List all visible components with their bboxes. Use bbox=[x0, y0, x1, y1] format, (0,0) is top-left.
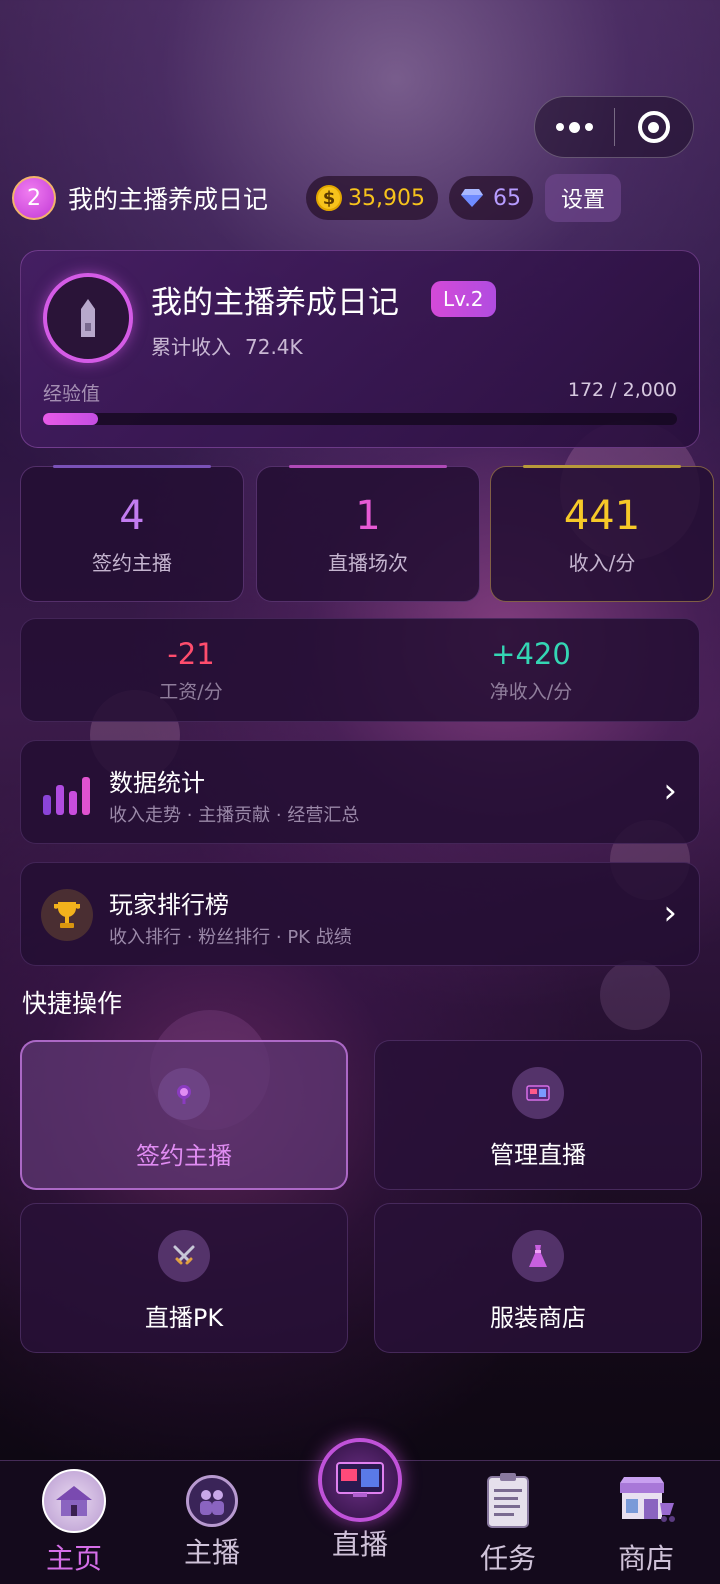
total-income-value: 72.4K bbox=[245, 335, 303, 359]
more-options-button[interactable] bbox=[535, 97, 614, 157]
menu-title: 玩家排行榜 bbox=[109, 891, 229, 919]
stat-label: 直播场次 bbox=[328, 551, 408, 575]
quick-action-manage-live[interactable]: 管理直播 bbox=[374, 1040, 702, 1190]
stat-card-streamers[interactable]: 4 签约主播 bbox=[20, 465, 244, 602]
quick-action-live-pk[interactable]: 直播PK bbox=[20, 1203, 348, 1353]
wage-column: -21 工资/分 bbox=[21, 637, 361, 704]
total-income: 累计收入 72.4K bbox=[151, 331, 303, 360]
crossed-swords-icon bbox=[158, 1230, 210, 1282]
menu-title: 数据统计 bbox=[109, 769, 205, 797]
house-icon bbox=[42, 1469, 106, 1533]
studio-name: 我的主播养成日记 bbox=[151, 285, 399, 321]
streamers-icon bbox=[186, 1475, 238, 1527]
quick-action-clothing-shop[interactable]: 服装商店 bbox=[374, 1203, 702, 1353]
task-list-icon bbox=[476, 1469, 540, 1533]
target-close-icon bbox=[637, 111, 670, 143]
coin-icon: $ bbox=[316, 185, 342, 211]
tab-home[interactable]: 主页 bbox=[2, 1461, 146, 1584]
live-center-button[interactable] bbox=[318, 1438, 402, 1522]
quick-action-label: 直播PK bbox=[144, 1304, 224, 1332]
bokeh-light bbox=[600, 960, 670, 1030]
microphone-icon bbox=[158, 1068, 210, 1120]
stat-value: 1 bbox=[355, 493, 381, 539]
stat-label: 签约主播 bbox=[92, 551, 172, 575]
shop-icon bbox=[614, 1469, 678, 1533]
quick-actions-title: 快捷操作 bbox=[22, 989, 123, 1018]
exp-progress-bar bbox=[43, 413, 677, 425]
building-icon bbox=[81, 299, 95, 337]
stat-card-income[interactable]: 441 收入/分 bbox=[490, 465, 714, 602]
exp-progress-fill bbox=[43, 413, 98, 425]
settings-button[interactable]: 设置 bbox=[545, 174, 621, 222]
app-title: 我的主播养成日记 bbox=[68, 185, 269, 214]
gem-value: 65 bbox=[493, 185, 521, 211]
stat-accent-line bbox=[289, 465, 447, 468]
tab-streamers[interactable]: 主播 bbox=[140, 1461, 284, 1584]
live-tv-icon bbox=[336, 1462, 384, 1497]
net-income-label: 净收入/分 bbox=[489, 681, 573, 703]
gem-balance[interactable]: 65 bbox=[449, 176, 533, 220]
trophy-icon bbox=[41, 889, 93, 941]
stat-accent-line bbox=[53, 465, 211, 468]
bar-chart-icon bbox=[43, 777, 90, 815]
wage-value: -21 bbox=[167, 637, 215, 671]
net-income-column: +420 净收入/分 bbox=[361, 637, 701, 704]
live-screen-icon bbox=[512, 1067, 564, 1119]
quick-action-label: 管理直播 bbox=[490, 1141, 586, 1169]
exp-label: 经验值 bbox=[43, 383, 101, 405]
quick-action-label: 服装商店 bbox=[490, 1304, 586, 1332]
tab-label: 主页 bbox=[45, 1542, 102, 1575]
tab-label: 任务 bbox=[479, 1542, 536, 1575]
level-tag: Lv.2 bbox=[431, 281, 496, 317]
more-dots-icon bbox=[555, 121, 593, 133]
wage-summary-card: -21 工资/分 +420 净收入/分 bbox=[20, 618, 700, 722]
tab-label: 商店 bbox=[617, 1542, 674, 1575]
quick-action-sign-streamer[interactable]: 签约主播 bbox=[20, 1040, 348, 1190]
stat-card-sessions[interactable]: 1 直播场次 bbox=[256, 465, 480, 602]
tab-label: 主播 bbox=[183, 1536, 240, 1569]
tab-label: 直播 bbox=[331, 1528, 388, 1561]
chevron-right-icon: › bbox=[663, 771, 677, 811]
data-statistics-row[interactable]: 数据统计 收入走势 · 主播贡献 · 经营汇总 › bbox=[20, 740, 700, 844]
player-level-badge: 2 bbox=[12, 176, 56, 220]
profile-card[interactable]: 我的主播养成日记 Lv.2 累计收入 72.4K 经验值 172 / 2,000 bbox=[20, 250, 700, 448]
chevron-right-icon: › bbox=[663, 893, 677, 933]
exp-value: 172 / 2,000 bbox=[567, 379, 677, 401]
gem-icon bbox=[461, 189, 483, 207]
coin-value: 35,905 bbox=[348, 185, 425, 211]
coin-balance[interactable]: $ 35,905 bbox=[306, 176, 438, 220]
studio-avatar bbox=[43, 273, 133, 363]
top-header: 2 我的主播养成日记 bbox=[12, 174, 268, 222]
leaderboard-row[interactable]: 玩家排行榜 收入排行 · 粉丝排行 · PK 战绩 › bbox=[20, 862, 700, 966]
quick-action-label: 签约主播 bbox=[136, 1142, 232, 1170]
miniprogram-capsule bbox=[534, 96, 694, 158]
stat-value: 4 bbox=[119, 493, 145, 539]
menu-subtitle: 收入走势 · 主播贡献 · 经营汇总 bbox=[109, 805, 360, 826]
dress-icon bbox=[512, 1230, 564, 1282]
net-income-value: +420 bbox=[491, 637, 571, 671]
total-income-label: 累计收入 bbox=[151, 335, 231, 359]
tab-shop[interactable]: 商店 bbox=[574, 1461, 718, 1584]
wage-label: 工资/分 bbox=[159, 681, 223, 703]
close-miniprogram-button[interactable] bbox=[615, 97, 694, 157]
tab-tasks[interactable]: 任务 bbox=[436, 1461, 580, 1584]
stat-accent-line bbox=[523, 465, 681, 468]
menu-subtitle: 收入排行 · 粉丝排行 · PK 战绩 bbox=[109, 927, 352, 948]
stat-label: 收入/分 bbox=[568, 551, 636, 575]
stat-value: 441 bbox=[563, 493, 641, 539]
